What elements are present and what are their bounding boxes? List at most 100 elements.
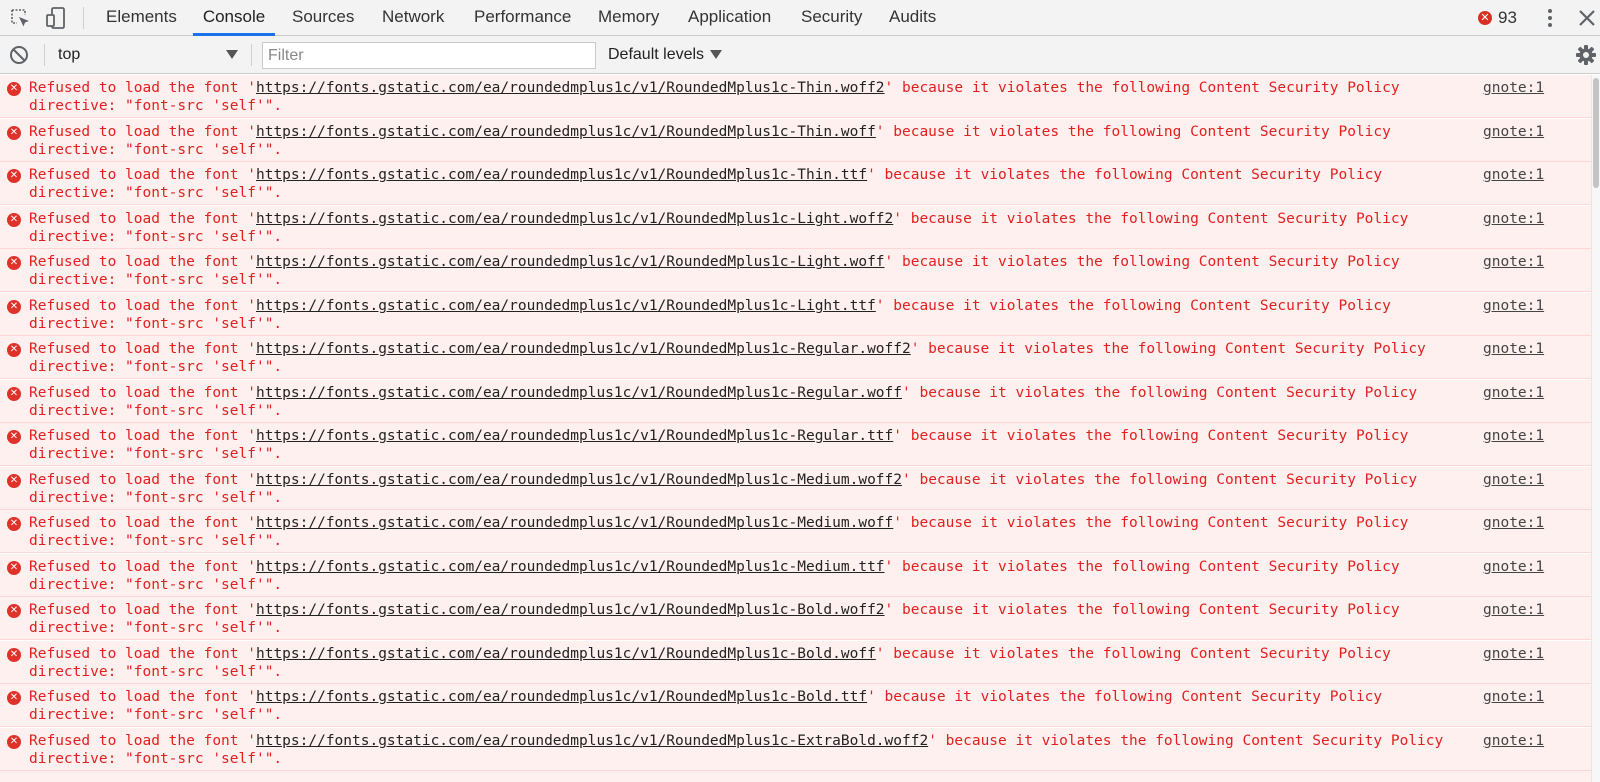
source-link[interactable]: gnote:1: [1483, 79, 1544, 97]
error-icon: ✕: [7, 474, 21, 488]
console-message: ✕ Refused to load the font 'https://fonts…: [0, 467, 1591, 510]
message-prefix: Refused to load the font ': [29, 428, 256, 444]
toolbar-divider: [44, 44, 45, 66]
font-url-link[interactable]: https://fonts.gstatic.com/ea/roundedmplu…: [256, 689, 867, 705]
font-url-link[interactable]: https://fonts.gstatic.com/ea/roundedmplu…: [256, 646, 876, 662]
console-message: ✕ Refused to load the font 'https://fonts…: [0, 423, 1591, 466]
tab-audits[interactable]: Audits: [889, 0, 936, 36]
font-url-link[interactable]: https://fonts.gstatic.com/ea/roundedmplu…: [256, 167, 867, 183]
chevron-down-icon: [710, 50, 723, 59]
error-icon: ✕: [7, 604, 21, 618]
message-text: Refused to load the font 'https://fonts.…: [29, 688, 1469, 724]
font-url-link[interactable]: https://fonts.gstatic.com/ea/roundedmplu…: [256, 428, 893, 444]
device-toolbar-icon[interactable]: [44, 6, 68, 30]
close-icon[interactable]: [1575, 6, 1599, 30]
source-link[interactable]: gnote:1: [1483, 732, 1544, 750]
message-prefix: Refused to load the font ': [29, 167, 256, 183]
font-url-link[interactable]: https://fonts.gstatic.com/ea/roundedmplu…: [256, 80, 885, 96]
source-link[interactable]: gnote:1: [1483, 384, 1544, 402]
message-prefix: Refused to load the font ': [29, 689, 256, 705]
source-link[interactable]: gnote:1: [1483, 166, 1544, 184]
error-icon: ✕: [7, 126, 21, 140]
error-icon: ✕: [7, 735, 21, 749]
kebab-menu-icon[interactable]: [1538, 6, 1562, 30]
message-prefix: Refused to load the font ': [29, 515, 256, 531]
message-text: Refused to load the font 'https://fonts.…: [29, 384, 1469, 420]
font-url-link[interactable]: https://fonts.gstatic.com/ea/roundedmplu…: [256, 515, 893, 531]
message-text: Refused to load the font 'https://fonts.…: [29, 514, 1469, 550]
filter-input[interactable]: [262, 42, 596, 69]
tab-network[interactable]: Network: [382, 0, 444, 36]
message-prefix: Refused to load the font ': [29, 472, 256, 488]
font-url-link[interactable]: https://fonts.gstatic.com/ea/roundedmplu…: [256, 385, 902, 401]
font-url-link[interactable]: https://fonts.gstatic.com/ea/roundedmplu…: [256, 254, 885, 270]
inspect-element-icon[interactable]: [8, 6, 32, 30]
font-url-link[interactable]: https://fonts.gstatic.com/ea/roundedmplu…: [256, 602, 885, 618]
font-url-link[interactable]: https://fonts.gstatic.com/ea/roundedmplu…: [256, 733, 928, 749]
tab-memory[interactable]: Memory: [598, 0, 659, 36]
devtools-tab-bar: Elements Console Sources Network Perform…: [0, 0, 1600, 36]
error-icon: ✕: [7, 169, 21, 183]
message-text: Refused to load the font 'https://fonts.…: [29, 340, 1469, 376]
source-link[interactable]: gnote:1: [1483, 688, 1544, 706]
error-icon: ✕: [7, 387, 21, 401]
source-link[interactable]: gnote:1: [1483, 123, 1544, 141]
message-prefix: Refused to load the font ': [29, 559, 256, 575]
message-prefix: Refused to load the font ': [29, 80, 256, 96]
tab-performance[interactable]: Performance: [474, 0, 571, 36]
console-message: ✕ Refused to load the font 'https://fonts…: [0, 336, 1591, 379]
error-count-badge[interactable]: ✕ 93: [1478, 7, 1517, 29]
message-text: Refused to load the font 'https://fonts.…: [29, 253, 1469, 289]
tab-application[interactable]: Application: [688, 0, 771, 36]
gear-icon[interactable]: [1575, 44, 1597, 66]
message-text: Refused to load the font 'https://fonts.…: [29, 558, 1469, 594]
source-link[interactable]: gnote:1: [1483, 340, 1544, 358]
console-message-partial: [0, 771, 1591, 782]
console-message: ✕ Refused to load the font 'https://fonts…: [0, 728, 1591, 771]
font-url-link[interactable]: https://fonts.gstatic.com/ea/roundedmplu…: [256, 211, 893, 227]
font-url-link[interactable]: https://fonts.gstatic.com/ea/roundedmplu…: [256, 298, 876, 314]
font-url-link[interactable]: https://fonts.gstatic.com/ea/roundedmplu…: [256, 124, 876, 140]
console-message: ✕ Refused to load the font 'https://fonts…: [0, 380, 1591, 423]
source-link[interactable]: gnote:1: [1483, 297, 1544, 315]
message-text: Refused to load the font 'https://fonts.…: [29, 645, 1469, 681]
context-value: top: [58, 46, 81, 63]
font-url-link[interactable]: https://fonts.gstatic.com/ea/roundedmplu…: [256, 341, 911, 357]
source-link[interactable]: gnote:1: [1483, 645, 1544, 663]
message-text: Refused to load the font 'https://fonts.…: [29, 297, 1469, 333]
font-url-link[interactable]: https://fonts.gstatic.com/ea/roundedmplu…: [256, 559, 885, 575]
message-text: Refused to load the font 'https://fonts.…: [29, 601, 1469, 637]
source-link[interactable]: gnote:1: [1483, 601, 1544, 619]
console-message: ✕ Refused to load the font 'https://fonts…: [0, 119, 1591, 162]
console-message: ✕ Refused to load the font 'https://fonts…: [0, 684, 1591, 727]
error-icon: ✕: [7, 300, 21, 314]
console-message: ✕ Refused to load the font 'https://fonts…: [0, 554, 1591, 597]
source-link[interactable]: gnote:1: [1483, 427, 1544, 445]
font-url-link[interactable]: https://fonts.gstatic.com/ea/roundedmplu…: [256, 472, 902, 488]
tab-console[interactable]: Console: [193, 0, 275, 36]
source-link[interactable]: gnote:1: [1483, 558, 1544, 576]
console-message: ✕ Refused to load the font 'https://fonts…: [0, 293, 1591, 336]
tab-bar-divider: [83, 7, 84, 29]
message-prefix: Refused to load the font ': [29, 341, 256, 357]
scrollbar-thumb[interactable]: [1593, 78, 1599, 188]
source-link[interactable]: gnote:1: [1483, 253, 1544, 271]
message-prefix: Refused to load the font ': [29, 733, 256, 749]
log-levels-dropdown[interactable]: Default levels: [608, 44, 724, 66]
error-icon: ✕: [7, 430, 21, 444]
source-link[interactable]: gnote:1: [1483, 210, 1544, 228]
error-icon: ✕: [7, 213, 21, 227]
tab-sources[interactable]: Sources: [292, 0, 354, 36]
clear-console-icon[interactable]: [8, 44, 30, 66]
chevron-down-icon: [226, 50, 238, 59]
error-icon: ✕: [7, 343, 21, 357]
console-message: ✕ Refused to load the font 'https://fonts…: [0, 597, 1591, 640]
source-link[interactable]: gnote:1: [1483, 514, 1544, 532]
context-selector[interactable]: top: [52, 44, 244, 66]
tab-security[interactable]: Security: [801, 0, 862, 36]
source-link[interactable]: gnote:1: [1483, 471, 1544, 489]
error-icon: ✕: [7, 82, 21, 96]
log-levels-label: Default levels: [608, 46, 705, 63]
error-icon: ✕: [7, 561, 21, 575]
tab-elements[interactable]: Elements: [106, 0, 177, 36]
